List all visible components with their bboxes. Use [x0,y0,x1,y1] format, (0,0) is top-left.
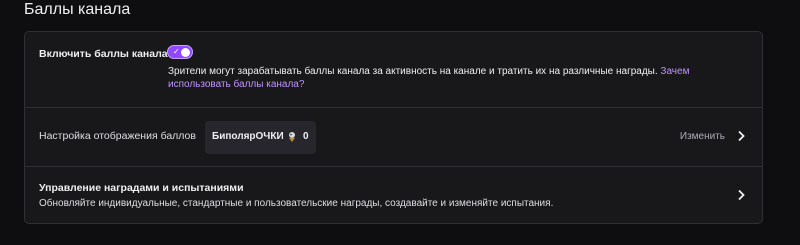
enable-points-label: Включить баллы канала [39,48,168,60]
chevron-right-icon[interactable] [736,189,746,201]
check-icon: ✓ [173,47,180,56]
chevron-right-icon[interactable] [736,130,746,142]
manage-rewards-row[interactable]: Управление наградами и испытаниями Обнов… [25,166,762,223]
points-display-row[interactable]: Настройка отображения баллов БиполярОЧКИ… [25,107,762,166]
toggle-knob [181,48,190,57]
custom-points-icon [289,132,295,142]
enable-points-description: Зрители могут зарабатывать баллы канала … [168,65,753,91]
description-text: Зрители могут зарабатывать баллы канала … [168,66,661,77]
enable-points-toggle[interactable]: ✓ [167,45,193,59]
points-preview-chip: БиполярОЧКИ 0 [205,121,316,154]
enable-points-row: Включить баллы канала ✓ Зрители могут за… [25,32,762,107]
points-display-label: Настройка отображения баллов [39,130,196,142]
points-count: 0 [303,131,309,142]
points-name: БиполярОЧКИ [212,131,284,142]
manage-rewards-label: Управление наградами и испытаниями [39,182,244,194]
manage-rewards-description: Обновляйте индивидуальные, стандартные и… [39,198,554,209]
change-button[interactable]: Изменить [680,131,725,142]
channel-points-card: Включить баллы канала ✓ Зрители могут за… [24,31,763,224]
section-title: Баллы канала [24,1,131,18]
